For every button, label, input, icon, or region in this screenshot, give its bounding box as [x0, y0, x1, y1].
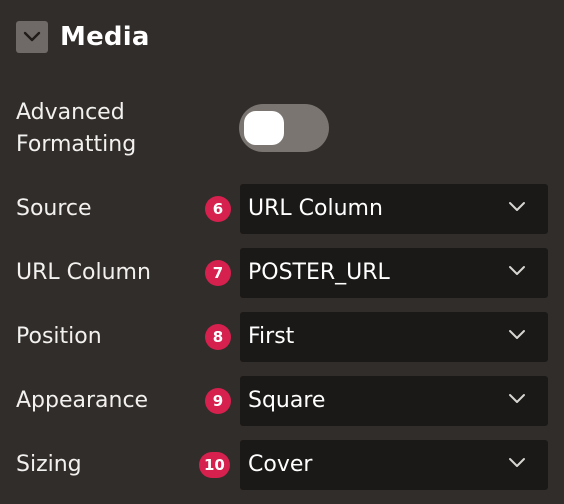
appearance-label: Appearance [16, 388, 149, 413]
url-column-label: URL Column [16, 260, 151, 285]
advanced-formatting-label-line1: Advanced [16, 100, 125, 125]
appearance-select[interactable]: Square [240, 376, 548, 426]
advanced-formatting-toggle[interactable] [239, 104, 329, 152]
position-select[interactable]: First [240, 312, 548, 362]
toggle-knob [244, 111, 284, 145]
sizing-select-value: Cover [248, 452, 313, 477]
source-badge: 6 [205, 196, 231, 222]
appearance-badge: 9 [205, 388, 231, 414]
position-badge: 8 [205, 324, 231, 350]
section-header: Media [16, 20, 150, 54]
chevron-down-icon [509, 202, 525, 211]
chevron-down-icon [509, 330, 525, 339]
chevron-down-icon [509, 266, 525, 275]
sizing-select[interactable]: Cover [240, 440, 548, 490]
collapse-button[interactable] [16, 21, 48, 53]
sizing-badge: 10 [199, 452, 230, 478]
sizing-label: Sizing [16, 452, 82, 477]
url-column-badge: 7 [205, 260, 231, 286]
url-column-select-value: POSTER_URL [248, 260, 390, 285]
source-select-value: URL Column [248, 196, 383, 221]
url-column-select[interactable]: POSTER_URL [240, 248, 548, 298]
section-title: Media [60, 22, 150, 52]
chevron-down-icon [509, 394, 525, 403]
chevron-down-icon [23, 31, 41, 42]
position-label: Position [16, 324, 102, 349]
source-select[interactable]: URL Column [240, 184, 548, 234]
advanced-formatting-label: Advanced Formatting [16, 97, 136, 161]
advanced-formatting-label-line2: Formatting [16, 132, 137, 157]
position-select-value: First [248, 324, 295, 349]
appearance-select-value: Square [248, 388, 326, 413]
chevron-down-icon [509, 458, 525, 467]
source-label: Source [16, 196, 92, 221]
